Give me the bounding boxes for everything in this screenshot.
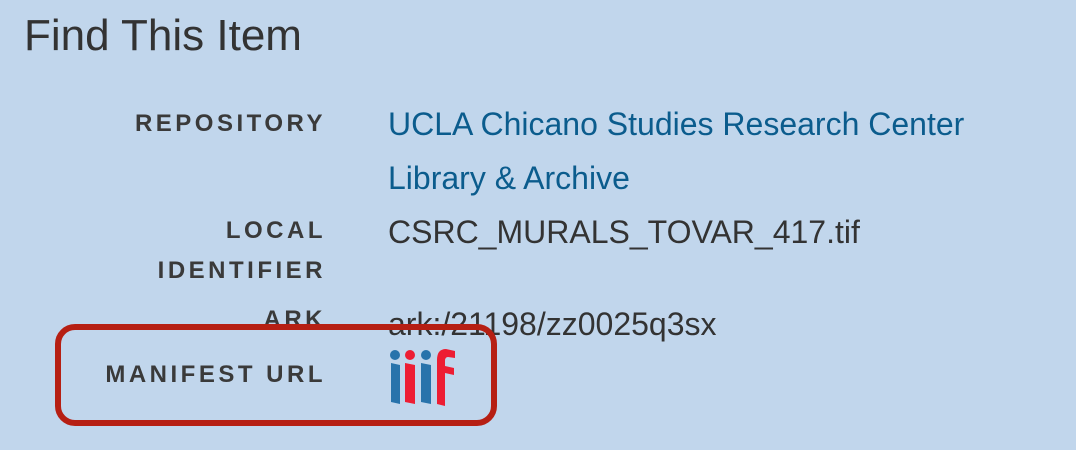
local-identifier-label: LOCAL IDENTIFIER xyxy=(157,217,326,284)
ark-label: ARK xyxy=(263,306,326,324)
repository-value: UCLA Chicano Studies Research Center Lib… xyxy=(388,97,1068,205)
local-identifier-value: CSRC_MURALS_TOVAR_417.tif xyxy=(388,214,860,250)
section-title: Find This Item xyxy=(24,11,302,60)
repository-link[interactable]: UCLA Chicano Studies Research Center Lib… xyxy=(388,106,964,196)
repository-label: REPOSITORY xyxy=(134,110,326,137)
manifest-highlight-box xyxy=(55,324,497,426)
